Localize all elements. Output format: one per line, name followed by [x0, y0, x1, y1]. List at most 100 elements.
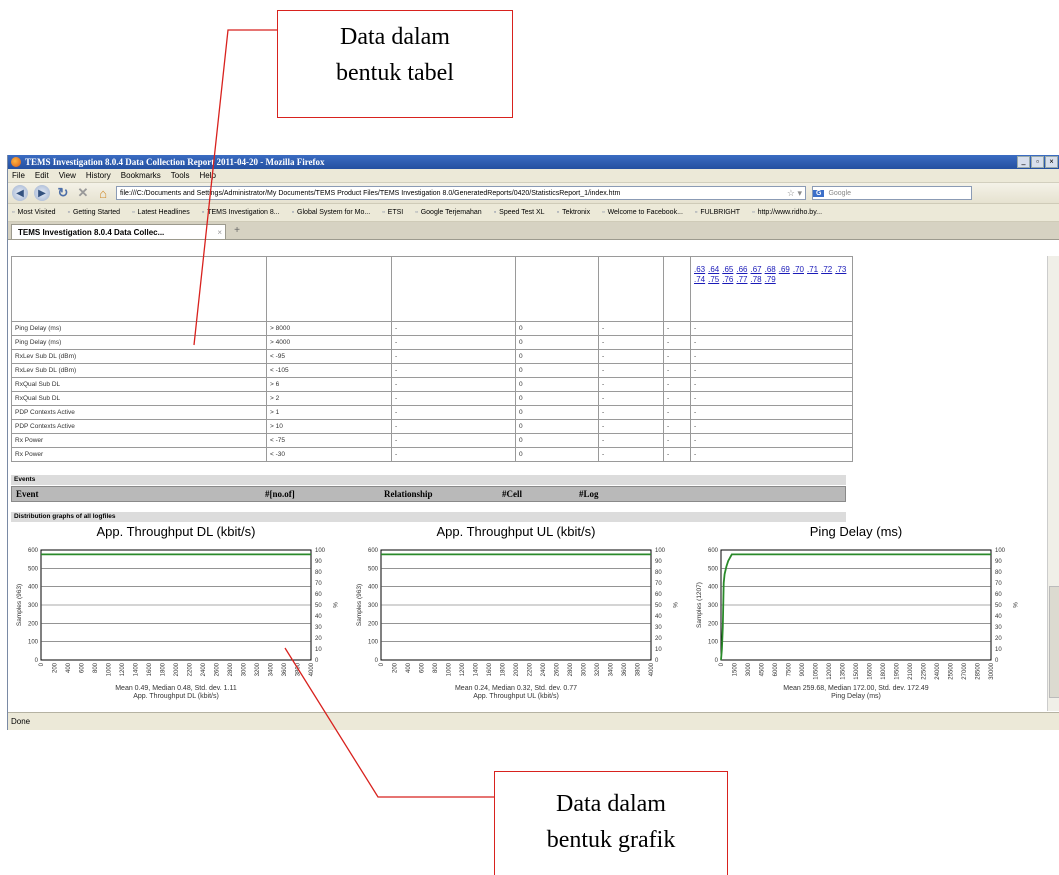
maximize-button[interactable]: ▫: [1031, 156, 1044, 168]
bookmark-item[interactable]: Getting Started: [67, 209, 120, 216]
table-cell: > 8000: [266, 321, 392, 336]
table-cell: Ping Delay (ms): [11, 321, 267, 336]
events-header-log: #Log: [579, 489, 599, 499]
bookmark-star-icon[interactable]: ☆ ▾: [787, 188, 805, 199]
table-body: Ping Delay (ms) > 8000-0- - - Ping Delay (ms…: [11, 321, 854, 462]
x-tick-label: 600: [420, 662, 426, 673]
y2-tick-label: 80: [315, 570, 322, 576]
y2-tick-label: 30: [655, 625, 662, 631]
bookmark-item[interactable]: FULBRIGHT: [695, 209, 740, 216]
x-tick-label: 400: [66, 662, 72, 673]
logfile-links: .63.64.65.66 .67.68.69.70.71.72.73 .74.75…: [689, 256, 854, 322]
table-cell: -: [663, 321, 691, 336]
x-tick-label: 1600: [147, 662, 153, 676]
table-cell: -: [689, 433, 854, 448]
table-cell: -: [663, 349, 691, 364]
logfile-link[interactable]: .65: [722, 265, 733, 274]
chart-throughput-dl: App. Throughput DL (kbit/s) 0 100 200 300 40…: [11, 522, 341, 707]
menu-edit[interactable]: Edit: [35, 171, 49, 180]
bookmark-item[interactable]: TEMS Investigation 8...: [202, 209, 279, 216]
logfile-link[interactable]: .74: [694, 275, 705, 284]
y2-tick-label: 60: [315, 592, 322, 598]
link-row: .63.64.65.66 .67.68.69.70.71.72.73: [694, 265, 849, 275]
events-header-count: #[no.of]: [265, 489, 295, 499]
logfile-link[interactable]: .79: [765, 275, 776, 284]
back-button[interactable]: ◀: [12, 185, 28, 201]
reload-icon[interactable]: ↻: [56, 185, 70, 201]
logfile-link[interactable]: .69: [779, 265, 790, 274]
new-tab-button[interactable]: +: [229, 225, 245, 239]
y2-tick-label: 100: [995, 548, 1006, 554]
events-header-row: Event #[no.of] Relationship #Cell #Log: [11, 486, 846, 502]
bookmark-item[interactable]: Most Visited: [12, 209, 55, 216]
menu-bookmarks[interactable]: Bookmarks: [121, 171, 161, 180]
x-tick-label: 2800: [568, 662, 574, 676]
close-button[interactable]: ×: [1045, 156, 1058, 168]
x-tick-label: 30000: [989, 662, 995, 679]
bookmark-item[interactable]: http://www.ridho.by...: [752, 209, 822, 216]
logfile-link[interactable]: .66: [736, 265, 747, 274]
scrollbar-thumb[interactable]: [1049, 586, 1059, 698]
minimize-button[interactable]: _: [1017, 156, 1030, 168]
url-bar[interactable]: file:///C:/Documents and Settings/Admini…: [116, 186, 806, 200]
logfile-link[interactable]: .68: [765, 265, 776, 274]
y-tick-label: 300: [368, 603, 379, 609]
page-content: .63.64.65.66 .67.68.69.70.71.72.73 .74.75…: [8, 256, 1048, 711]
bookmark-item[interactable]: ETSI: [382, 209, 404, 216]
menu-tools[interactable]: Tools: [171, 171, 190, 180]
y2-tick-label: 10: [995, 647, 1002, 653]
table-cell: -: [391, 405, 516, 420]
vertical-scrollbar[interactable]: [1047, 256, 1059, 711]
table-cell: [515, 256, 599, 322]
chart-stats: Mean 0.49, Median 0.48, Std. dev. 1.11 A…: [11, 685, 341, 701]
table-cell: RxLev Sub DL (dBm): [11, 363, 267, 378]
y2-axis-label: %: [671, 602, 678, 608]
logfile-link[interactable]: .78: [751, 275, 762, 284]
x-tick-label: 24000: [935, 662, 941, 679]
table-cell: -: [663, 433, 691, 448]
table-row: RxQual Sub DL > 2-0---: [11, 391, 854, 406]
y2-tick-label: 50: [315, 603, 322, 609]
table-row: PDP Contexts Active > 1-0---: [11, 405, 854, 420]
search-input[interactable]: G Google: [812, 186, 972, 200]
x-tick-label: 1500: [733, 662, 739, 676]
bookmark-item[interactable]: Tektronix: [557, 209, 590, 216]
tab-close-icon[interactable]: ×: [217, 228, 222, 237]
chart-plot: 0 100 200 300 400 500 600 0 10 20 30 40 50 60 70 80 90 10…: [356, 548, 678, 676]
logfile-link[interactable]: .63: [694, 265, 705, 274]
y-tick-label: 100: [708, 640, 719, 646]
table-cell: -: [391, 363, 516, 378]
menu-file[interactable]: File: [12, 171, 25, 180]
logfile-link[interactable]: .73: [835, 265, 846, 274]
bookmark-item[interactable]: Welcome to Facebook...: [602, 209, 683, 216]
tab-active[interactable]: TEMS Investigation 8.0.4 Data Collec... …: [11, 224, 226, 239]
logfile-link[interactable]: .64: [708, 265, 719, 274]
menu-help[interactable]: Help: [199, 171, 215, 180]
table-cell: -: [598, 433, 664, 448]
menu-view[interactable]: View: [59, 171, 76, 180]
logfile-link[interactable]: .70: [793, 265, 804, 274]
logfile-link[interactable]: .67: [751, 265, 762, 274]
logfile-link[interactable]: .76: [722, 275, 733, 284]
bookmark-item[interactable]: Speed Test XL: [494, 209, 544, 216]
menu-history[interactable]: History: [86, 171, 111, 180]
logfile-link[interactable]: .72: [821, 265, 832, 274]
stop-icon[interactable]: ✕: [76, 185, 90, 201]
table-cell: 0: [515, 321, 599, 336]
bookmark-item[interactable]: Latest Headlines: [132, 209, 190, 216]
x-tick-label: 3400: [269, 662, 275, 676]
tab-label: TEMS Investigation 8.0.4 Data Collec...: [18, 227, 165, 237]
chart-title: App. Throughput UL (kbit/s): [436, 524, 596, 539]
callout-text: bentuk tabel: [336, 60, 454, 86]
bookmark-item[interactable]: Google Terjemahan: [415, 209, 482, 216]
table-cell: -: [598, 335, 664, 350]
table-cell: > 10: [266, 419, 392, 434]
forward-button[interactable]: ▶: [34, 185, 50, 201]
logfile-link[interactable]: .75: [708, 275, 719, 284]
table-cell: Rx Power: [11, 447, 267, 462]
logfile-link[interactable]: .71: [807, 265, 818, 274]
y2-tick-label: 30: [995, 625, 1002, 631]
logfile-link[interactable]: .77: [736, 275, 747, 284]
bookmark-item[interactable]: Global System for Mo...: [292, 209, 370, 216]
home-icon[interactable]: ⌂: [96, 186, 110, 201]
